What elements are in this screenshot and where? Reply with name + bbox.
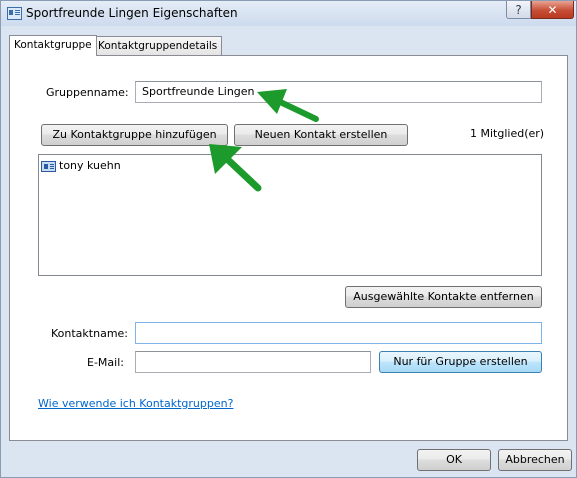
create-for-group-button[interactable]: Nur für Gruppe erstellen	[379, 351, 542, 373]
member-count: 1 Mitglied(er)	[470, 127, 545, 140]
member-name: tony kuehn	[59, 159, 121, 172]
ok-button[interactable]: OK	[417, 449, 491, 471]
title-bar[interactable]: Sportfreunde Lingen Eigenschaften ? ✕	[1, 1, 576, 26]
green-arrow-icon	[209, 144, 262, 192]
help-link[interactable]: Wie verwende ich Kontaktgruppen?	[38, 397, 233, 410]
window-title: Sportfreunde Lingen Eigenschaften	[26, 6, 238, 20]
list-item[interactable]: tony kuehn	[41, 158, 121, 174]
tab-kontaktgruppe[interactable]: Kontaktgruppe	[9, 35, 97, 56]
help-button[interactable]: ?	[506, 1, 531, 19]
green-arrow-icon	[257, 89, 319, 122]
remove-selected-button[interactable]: Ausgewählte Kontakte entfernen	[345, 286, 542, 308]
close-button[interactable]: ✕	[531, 1, 574, 19]
contact-group-icon	[7, 7, 22, 20]
group-name-label: Gruppenname:	[46, 86, 129, 99]
add-to-group-button[interactable]: Zu Kontaktgruppe hinzufügen	[41, 124, 228, 146]
tab-kontaktgruppendetails[interactable]: Kontaktgruppendetails	[93, 36, 223, 55]
cancel-button[interactable]: Abbrechen	[498, 449, 572, 471]
contact-card-icon	[41, 160, 56, 172]
properties-dialog: Sportfreunde Lingen Eigenschaften ? ✕ Ko…	[0, 0, 577, 478]
contact-name-input[interactable]	[135, 322, 542, 344]
contact-name-label: Kontaktname:	[51, 327, 129, 340]
member-list[interactable]: tony kuehn	[38, 154, 542, 276]
email-label: E-Mail:	[87, 356, 124, 369]
group-name-input[interactable]: Sportfreunde Lingen	[135, 81, 542, 103]
email-input[interactable]	[135, 351, 371, 373]
